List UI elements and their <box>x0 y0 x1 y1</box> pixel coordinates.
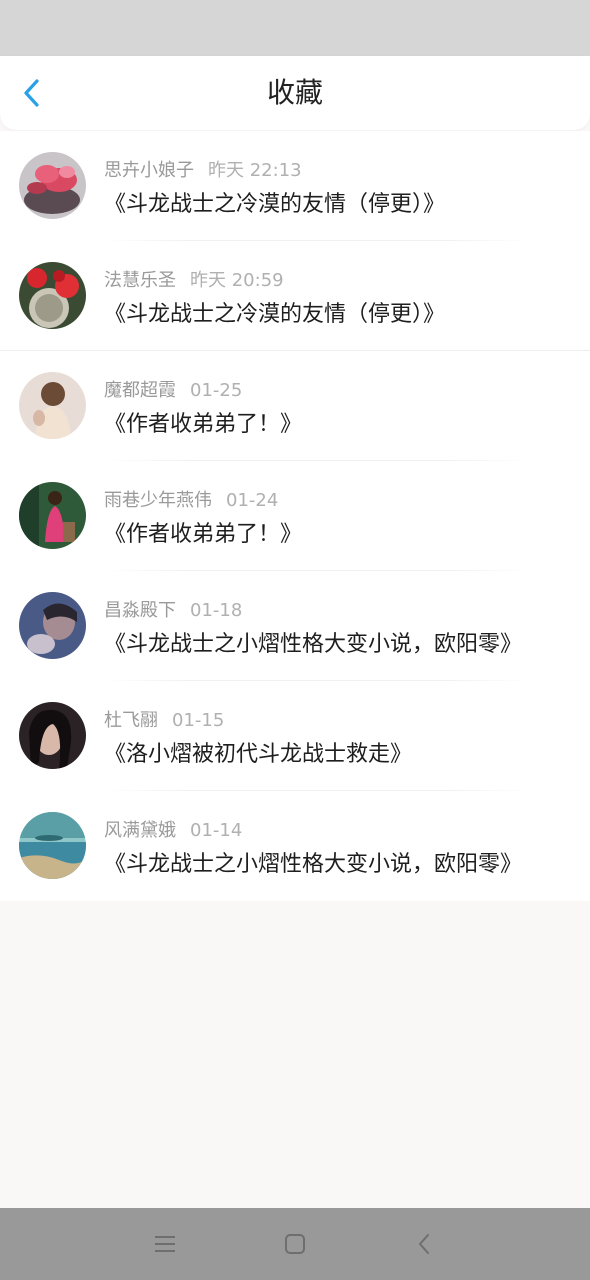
item-meta: 魔都超霞 01-25 <box>104 376 242 402</box>
item-meta: 雨巷少年燕伟 01-24 <box>104 486 278 512</box>
item-time: 01-15 <box>172 710 225 731</box>
avatar[interactable] <box>19 482 86 549</box>
item-title[interactable]: 《斗龙战士之冷漠的友情（停更）》 <box>104 296 445 328</box>
item-meta: 杜飞翮 01-15 <box>104 706 224 732</box>
cactus-flowers-photo <box>19 262 86 329</box>
item-user[interactable]: 雨巷少年燕伟 <box>104 490 212 511</box>
favorites-list: 思卉小娘子 昨天 22:13 《斗龙战士之冷漠的友情（停更）》 法慧乐圣 昨天 20… <box>0 131 590 901</box>
item-time: 01-14 <box>190 820 243 841</box>
avatar[interactable] <box>19 702 86 769</box>
girl-back-photo <box>19 372 86 439</box>
status-bar <box>0 0 590 56</box>
back-triangle-icon <box>419 1234 429 1254</box>
red-flowers-photo <box>19 152 86 219</box>
list-item[interactable]: 杜飞翮 01-15 《洛小熠被初代斗龙战士救走》 <box>0 681 590 791</box>
menu-button[interactable] <box>147 1226 183 1262</box>
item-title[interactable]: 《作者收弟弟了！》 <box>104 516 302 548</box>
item-time: 昨天 20:59 <box>190 270 284 291</box>
item-title[interactable]: 《斗龙战士之冷漠的友情（停更）》 <box>104 186 445 218</box>
system-nav-bar <box>0 1208 590 1280</box>
dark-portrait-photo <box>19 702 86 769</box>
item-title[interactable]: 《斗龙战士之小熠性格大变小说，欧阳零》 <box>104 626 522 658</box>
menu-icon <box>155 1236 175 1252</box>
list-item[interactable]: 思卉小娘子 昨天 22:13 《斗龙战士之冷漠的友情（停更）》 <box>0 131 590 241</box>
avatar[interactable] <box>19 812 86 879</box>
sea-landscape-photo <box>19 812 86 879</box>
item-time: 01-18 <box>190 600 243 621</box>
avatar[interactable] <box>19 152 86 219</box>
item-title[interactable]: 《洛小熠被初代斗龙战士救走》 <box>104 736 412 768</box>
list-item[interactable]: 风满黛娥 01-14 《斗龙战士之小熠性格大变小说，欧阳零》 <box>0 791 590 901</box>
item-meta: 思卉小娘子 昨天 22:13 <box>104 156 302 182</box>
item-meta: 风满黛娥 01-14 <box>104 816 242 842</box>
item-meta: 法慧乐圣 昨天 20:59 <box>104 266 284 292</box>
item-meta: 昌淼殿下 01-18 <box>104 596 242 622</box>
back-nav-button[interactable] <box>406 1226 442 1262</box>
item-time: 昨天 22:13 <box>208 160 302 181</box>
blue-portrait-photo <box>19 592 86 659</box>
chevron-left-icon <box>24 79 39 107</box>
item-user[interactable]: 魔都超霞 <box>104 380 176 401</box>
list-item[interactable]: 昌淼殿下 01-18 《斗龙战士之小熠性格大变小说，欧阳零》 <box>0 571 590 681</box>
list-item[interactable]: 雨巷少年燕伟 01-24 《作者收弟弟了！》 <box>0 461 590 571</box>
item-user[interactable]: 法慧乐圣 <box>104 270 176 291</box>
girl-pink-dress-photo <box>19 482 86 549</box>
back-button[interactable] <box>14 76 48 110</box>
item-user[interactable]: 杜飞翮 <box>104 710 158 731</box>
item-time: 01-25 <box>190 380 243 401</box>
avatar[interactable] <box>19 262 86 329</box>
item-user[interactable]: 昌淼殿下 <box>104 600 176 621</box>
item-time: 01-24 <box>226 490 279 511</box>
item-user[interactable]: 思卉小娘子 <box>104 160 194 181</box>
home-square-icon <box>285 1234 305 1254</box>
list-item[interactable]: 法慧乐圣 昨天 20:59 《斗龙战士之冷漠的友情（停更）》 <box>0 241 590 351</box>
avatar[interactable] <box>19 592 86 659</box>
header: 收藏 <box>0 56 590 130</box>
home-button[interactable] <box>277 1226 313 1262</box>
item-title[interactable]: 《作者收弟弟了！》 <box>104 406 302 438</box>
item-user[interactable]: 风满黛娥 <box>104 820 176 841</box>
avatar[interactable] <box>19 372 86 439</box>
list-item[interactable]: 魔都超霞 01-25 《作者收弟弟了！》 <box>0 351 590 461</box>
page-title: 收藏 <box>266 76 323 109</box>
item-title[interactable]: 《斗龙战士之小熠性格大变小说，欧阳零》 <box>104 846 522 878</box>
